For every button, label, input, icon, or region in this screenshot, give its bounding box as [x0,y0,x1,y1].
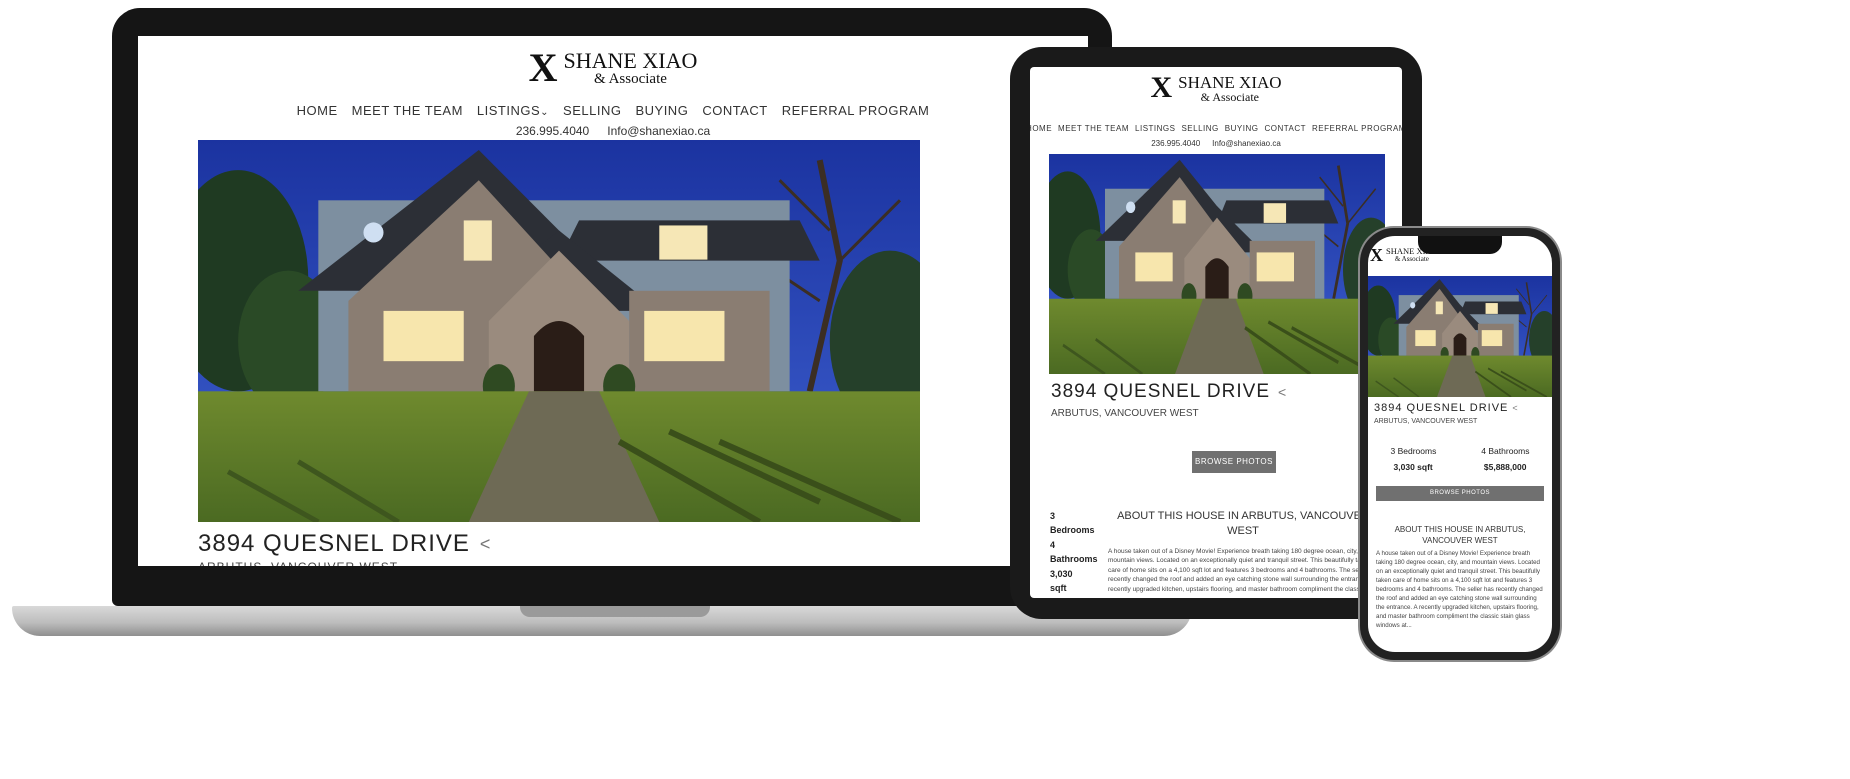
listing-title: 3894 QUESNEL DRIVE [1374,402,1509,414]
nav-buying[interactable]: BUYING [635,103,688,118]
listing-title-row: 3894 QUESNEL DRIVE < [1374,402,1519,414]
about-description: A house taken out of a Disney Movie! Exp… [1376,550,1543,629]
nav-referral-program[interactable]: REFERRAL PROGRAM [1312,124,1402,133]
contact-bar: 236.995.4040 Info@shanexiao.ca [1030,139,1402,148]
nav-buying[interactable]: BUYING [1225,124,1259,133]
share-icon[interactable]: < [1512,403,1518,413]
phone-link[interactable]: 236.995.4040 [1151,139,1200,148]
email-link[interactable]: Info@shanexiao.ca [607,124,710,138]
listing-title: 3894 QUESNEL DRIVE [198,530,470,557]
listing-hero-photo[interactable] [1049,154,1385,374]
listing-title-row: 3894 QUESNEL DRIVE < [1051,381,1287,403]
site-logo[interactable]: X SHANE XIAO & Associate [138,48,1088,88]
listing-facts: 3 Bedrooms 4 Bathrooms 3,030 sqft $5,888… [1050,511,1098,598]
listing-hero-photo[interactable] [198,140,920,522]
listing-area: ARBUTUS, VANCOUVER WEST [198,560,398,566]
logo-sub: & Associate [593,70,667,87]
nav-home[interactable]: HOME [297,103,338,118]
browse-photos-button[interactable]: BROWSE PHOTOS [1192,451,1276,473]
email-link[interactable]: Info@shanexiao.ca [1212,139,1281,148]
about-heading: ABOUT THIS HOUSE IN ARBUTUS, VANCOUVER W… [1394,525,1526,546]
site-logo[interactable]: X SHANE XIAO & Associate [1030,73,1402,103]
listing-area: ARBUTUS, VANCOUVER WEST [1051,408,1199,419]
share-icon[interactable]: < [1278,384,1287,400]
logo-mark: X [528,45,558,90]
main-nav: HOME MEET THE TEAM LISTINGS⌄ SELLING BUY… [138,103,1088,118]
laptop-screen: X SHANE XIAO & Associate HOME MEET THE T… [138,36,1088,566]
phone-link[interactable]: 236.995.4040 [516,124,589,138]
logo-mark: X [1150,71,1173,104]
listing-title-row: 3894 QUESNEL DRIVE < [198,530,491,558]
browse-photos-button[interactable]: BROWSE PHOTOS [1376,486,1544,501]
laptop-opening-notch [520,606,710,617]
nav-meet-the-team[interactable]: MEET THE TEAM [352,103,463,118]
listing-title: 3894 QUESNEL DRIVE [1051,381,1270,402]
listing-hero-photo[interactable] [1368,276,1552,397]
nav-selling[interactable]: SELLING [563,103,621,118]
contact-bar: 236.995.4040 Info@shanexiao.ca [138,124,1088,138]
about-description: A house taken out of a Disney Movie! Exp… [1108,548,1380,593]
logo-sub: & Associate [1200,89,1259,104]
nav-referral-program[interactable]: REFERRAL PROGRAM [782,103,930,118]
nav-listings[interactable]: LISTINGS [1135,124,1175,133]
nav-meet-the-team[interactable]: MEET THE TEAM [1058,124,1129,133]
phone-screen: X SHANE XIAO & Associate 3894 QUESNEL DR… [1368,236,1552,652]
nav-contact[interactable]: CONTACT [1264,124,1306,133]
listing-area: ARBUTUS, VANCOUVER WEST [1374,418,1478,425]
nav-listings[interactable]: LISTINGS⌄ [477,103,549,118]
chevron-down-icon: ⌄ [540,107,550,118]
nav-home[interactable]: HOME [1030,124,1052,133]
listing-facts: 3 Bedrooms 4 Bathrooms 3,030 sqft $5,888… [1390,446,1530,472]
nav-contact[interactable]: CONTACT [702,103,767,118]
logo-mark: X [1370,245,1383,265]
share-icon[interactable]: < [480,534,492,555]
tablet-screen: X SHANE XIAO & Associate HOME MEET THE T… [1030,67,1402,598]
logo-sub: & Associate [1394,254,1429,263]
about-heading: ABOUT THIS HOUSE IN ARBUTUS, VANCOUVER W… [1117,510,1369,538]
phone-notch [1418,236,1502,254]
nav-selling[interactable]: SELLING [1181,124,1218,133]
logo-name: SHANE XIAO [563,47,698,73]
logo-name: SHANE XIAO [1178,72,1282,92]
main-nav: HOME MEET THE TEAM LISTINGS SELLING BUYI… [1030,124,1402,133]
